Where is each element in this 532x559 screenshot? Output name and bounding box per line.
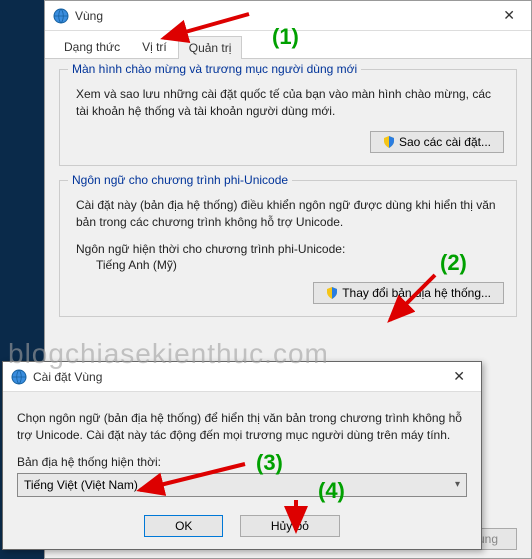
tabs: Dạng thức Vị trí Quản trị — [45, 31, 531, 59]
tab-format[interactable]: Dạng thức — [53, 35, 131, 58]
dialog-body: Chọn ngôn ngữ (bản địa hệ thống) để hiển… — [3, 392, 481, 507]
copy-settings-button[interactable]: Sao các cài đặt... — [370, 131, 504, 153]
locale-combo[interactable]: Tiếng Việt (Việt Nam) ▾ — [17, 473, 467, 497]
welcome-desc: Xem và sao lưu những cài đặt quốc tế của… — [76, 86, 504, 121]
dialog-close-icon[interactable]: ✕ — [445, 368, 473, 385]
globe-icon — [53, 8, 69, 24]
ok-button[interactable]: OK — [144, 515, 223, 537]
current-lang-label: Ngôn ngữ hiện thời cho chương trình phi-… — [76, 242, 504, 256]
welcome-group: Màn hình chào mừng và trương mục người d… — [59, 69, 517, 166]
tab-body: Màn hình chào mừng và trương mục người d… — [45, 59, 531, 341]
locale-combo-label: Bản địa hệ thống hiện thời: — [17, 455, 467, 469]
globe-icon — [11, 369, 27, 385]
dialog-title: Cài đặt Vùng — [33, 370, 445, 384]
tab-admin[interactable]: Quản trị — [178, 36, 243, 59]
nonunicode-group: Ngôn ngữ cho chương trình phi-Unicode Cà… — [59, 180, 517, 317]
titlebar: Vùng ✕ — [45, 1, 531, 31]
locale-combo-value: Tiếng Việt (Việt Nam) — [24, 478, 138, 492]
nonunicode-desc: Cài đặt này (bản địa hệ thống) điều khiể… — [76, 197, 504, 232]
dialog-titlebar: Cài đặt Vùng ✕ — [3, 362, 481, 392]
dialog-desc: Chọn ngôn ngữ (bản địa hệ thống) để hiển… — [17, 410, 467, 445]
chevron-down-icon: ▾ — [455, 479, 460, 490]
dialog-buttons: OK Hủy bỏ — [3, 507, 481, 549]
tab-location[interactable]: Vị trí — [131, 35, 178, 58]
change-locale-button[interactable]: Thay đổi bản địa hệ thống... — [313, 282, 504, 304]
close-icon[interactable]: ✕ — [495, 7, 523, 24]
welcome-group-title: Màn hình chào mừng và trương mục người d… — [68, 62, 361, 76]
shield-icon — [383, 136, 395, 148]
window-title: Vùng — [75, 9, 495, 23]
current-lang-value: Tiếng Anh (Mỹ) — [96, 258, 504, 272]
copy-settings-label: Sao các cài đặt... — [399, 135, 491, 149]
change-locale-label: Thay đổi bản địa hệ thống... — [342, 286, 491, 300]
nonunicode-group-title: Ngôn ngữ cho chương trình phi-Unicode — [68, 173, 292, 187]
region-settings-dialog: Cài đặt Vùng ✕ Chọn ngôn ngữ (bản địa hệ… — [2, 361, 482, 550]
shield-icon — [326, 287, 338, 299]
cancel-button[interactable]: Hủy bỏ — [240, 515, 340, 537]
